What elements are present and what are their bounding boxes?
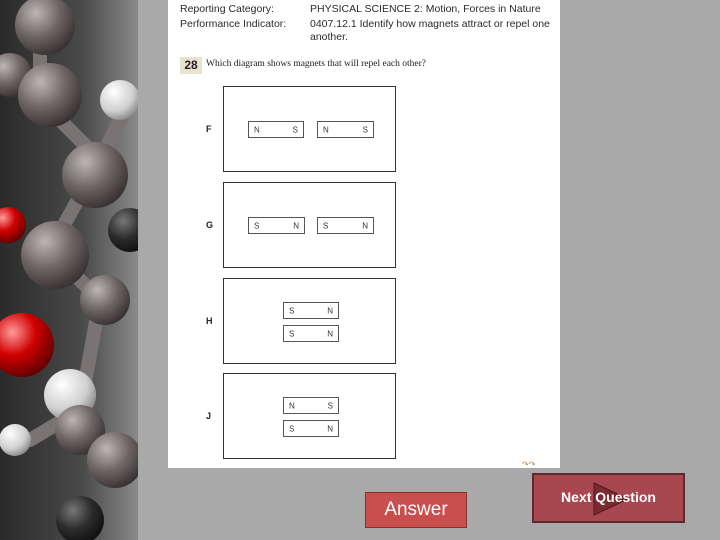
magnet: S N (283, 325, 339, 342)
option-diagram-f[interactable]: N S N S (223, 86, 396, 172)
pole-label: S (289, 306, 295, 315)
pole-label: N (327, 424, 333, 433)
pole-label: N (327, 306, 333, 315)
option-diagram-j[interactable]: N S S N (223, 373, 396, 459)
molecule-model-image (0, 0, 138, 540)
pole-label: S (289, 424, 295, 433)
indicator-value-line2: another. (310, 31, 348, 43)
question-sheet: Reporting Category: PHYSICAL SCIENCE 2: … (168, 0, 560, 468)
question-text: Which diagram shows magnets that will re… (206, 59, 427, 69)
pole-label: S (292, 125, 298, 134)
pole-label: S (362, 125, 368, 134)
magnet: N S (283, 397, 339, 414)
pole-label: S (289, 329, 295, 338)
pole-label: S (254, 221, 260, 230)
category-label: Reporting Category: (180, 3, 274, 15)
option-letter-j: J (206, 411, 212, 421)
answer-button[interactable]: Answer (365, 492, 467, 528)
pole-label: S (327, 401, 333, 410)
pole-label: N (362, 221, 368, 230)
pole-label: N (254, 125, 260, 134)
pole-label: N (293, 221, 299, 230)
option-letter-h: H (206, 316, 213, 326)
indicator-value-line1: 0407.12.1 Identify how magnets attract o… (310, 18, 550, 30)
pole-label: N (289, 401, 295, 410)
magnet: S N (283, 302, 339, 319)
option-diagram-h[interactable]: S N S N (223, 278, 396, 364)
magnet: S N (248, 217, 305, 234)
page-curl-icon: ↷↷ (522, 460, 536, 469)
magnet: S N (317, 217, 374, 234)
pole-label: N (323, 125, 329, 134)
option-letter-g: G (206, 220, 214, 230)
category-value: PHYSICAL SCIENCE 2: Motion, Forces in Na… (310, 3, 541, 15)
option-diagram-g[interactable]: S N S N (223, 182, 396, 268)
pole-label: S (323, 221, 329, 230)
pole-label: N (327, 329, 333, 338)
next-question-label: Next Question (561, 489, 656, 505)
indicator-label: Performance Indicator: (180, 18, 287, 30)
next-question-button[interactable]: Next Question (532, 473, 685, 523)
magnet: N S (317, 121, 374, 138)
option-letter-f: F (206, 124, 212, 134)
question-number: 28 (180, 57, 202, 74)
magnet: S N (283, 420, 339, 437)
magnet: N S (248, 121, 304, 138)
